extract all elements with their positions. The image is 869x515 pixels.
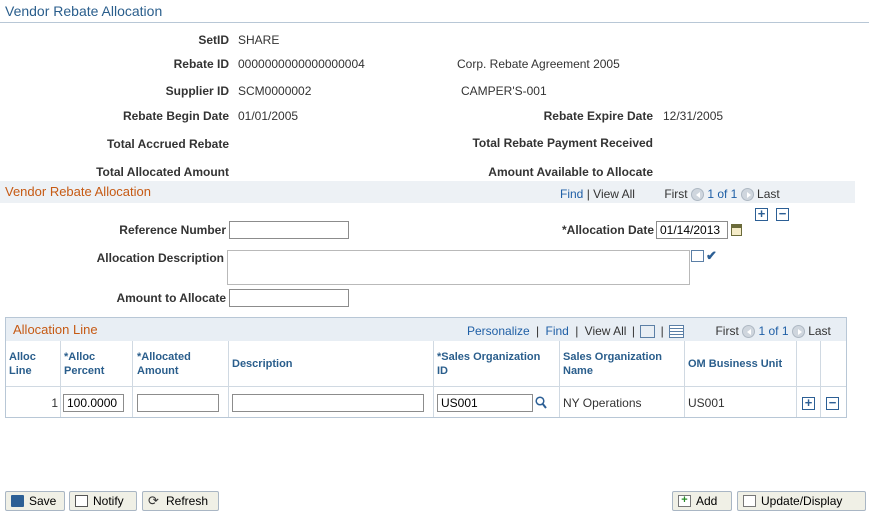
- find-link[interactable]: Find: [560, 187, 583, 201]
- supplier-id-value: SCM0000002: [238, 84, 312, 98]
- add-button[interactable]: + Add: [672, 491, 732, 511]
- expand-text-icon[interactable]: [691, 250, 704, 262]
- save-button[interactable]: Save: [5, 491, 65, 511]
- total-allocated-amount-label: Total Allocated Amount: [96, 165, 229, 179]
- cell-alloc-line: 1: [51, 396, 58, 410]
- column-divider: [684, 341, 685, 417]
- amount-to-allocate-input[interactable]: [229, 289, 349, 307]
- grid-title: Allocation Line: [13, 322, 98, 337]
- page-title: Vendor Rebate Allocation: [5, 3, 163, 19]
- col-alloc-line: Alloc Line: [9, 351, 36, 377]
- rebate-expire-date-label: Rebate Expire Date: [543, 109, 653, 123]
- row-separator: [6, 386, 846, 387]
- notify-icon: [75, 495, 88, 507]
- grid-previous-icon[interactable]: [742, 325, 756, 339]
- grid-last-label: Last: [808, 324, 831, 338]
- notify-button[interactable]: Notify: [69, 491, 137, 511]
- supplier-id-label: Supplier ID: [165, 84, 229, 98]
- refresh-icon: ⟳: [148, 493, 159, 508]
- update-display-icon: [743, 495, 756, 507]
- reference-number-label: Reference Number: [119, 223, 226, 237]
- grid-view-all-link[interactable]: View All: [585, 324, 627, 338]
- update-display-button[interactable]: Update/Display: [737, 491, 866, 511]
- separator: |: [536, 324, 540, 338]
- next-icon[interactable]: [740, 188, 754, 202]
- allocation-date-input[interactable]: [656, 221, 728, 239]
- rebate-expire-date-value: 12/31/2005: [663, 109, 724, 123]
- section-navigation: Find | View All First 1 of 1 Last: [560, 187, 780, 202]
- separator: |: [660, 324, 664, 338]
- calendar-icon[interactable]: [731, 224, 742, 236]
- grid-row-range: 1 of 1: [758, 324, 789, 338]
- allocated-amount-input[interactable]: [137, 394, 219, 412]
- cell-sales-org-name: NY Operations: [563, 396, 642, 410]
- alloc-percent-input[interactable]: [63, 394, 124, 412]
- previous-icon[interactable]: [690, 188, 704, 202]
- grid-next-icon[interactable]: [791, 325, 805, 339]
- sales-org-id-input[interactable]: [437, 394, 533, 412]
- separator: |: [575, 324, 579, 338]
- grid-delete-row-icon[interactable]: −: [826, 396, 839, 410]
- column-divider: [228, 341, 229, 417]
- column-divider: [796, 341, 797, 417]
- amount-to-allocate-label: Amount to Allocate: [116, 291, 226, 305]
- delete-row-icon[interactable]: −: [776, 207, 789, 221]
- last-label: Last: [757, 187, 780, 201]
- lookup-search-icon[interactable]: [535, 396, 547, 409]
- column-divider: [132, 341, 133, 417]
- personalize-link[interactable]: Personalize: [467, 324, 530, 338]
- row-range: 1 of 1: [707, 187, 738, 201]
- zoom-grid-icon[interactable]: [640, 325, 656, 339]
- download-icon[interactable]: [669, 325, 685, 339]
- grid-navigation: Personalize | Find | View All | | First …: [467, 324, 831, 339]
- total-accrued-rebate-label: Total Accrued Rebate: [106, 137, 229, 151]
- column-divider: [820, 341, 821, 417]
- separator: |: [631, 324, 635, 338]
- reference-number-input[interactable]: [229, 221, 349, 239]
- rebate-id-value: 0000000000000000004: [238, 57, 365, 71]
- allocation-description-textarea[interactable]: [227, 250, 690, 285]
- separator: |: [586, 187, 590, 201]
- rebate-begin-date-value: 01/01/2005: [238, 109, 299, 123]
- amount-available-label: Amount Available to Allocate: [488, 165, 653, 179]
- column-divider: [60, 341, 61, 417]
- title-divider: [0, 22, 869, 23]
- rebate-description: Corp. Rebate Agreement 2005: [457, 57, 620, 71]
- col-sales-org-id: *Sales Organization ID: [437, 351, 541, 377]
- col-sales-org-name: Sales Organization Name: [563, 351, 663, 377]
- add-icon: +: [678, 495, 691, 507]
- setid-label: SetID: [198, 33, 229, 47]
- grid-find-link[interactable]: Find: [546, 324, 569, 338]
- column-divider: [559, 341, 560, 417]
- rebate-begin-date-label: Rebate Begin Date: [122, 109, 229, 123]
- col-description: Description: [232, 358, 293, 370]
- allocation-description-label: Allocation Description: [96, 251, 224, 265]
- col-om-business-unit: OM Business Unit: [688, 358, 783, 370]
- refresh-button[interactable]: ⟳ Refresh: [142, 491, 219, 511]
- first-label: First: [664, 187, 688, 201]
- total-payment-received-label: Total Rebate Payment Received: [472, 136, 653, 150]
- grid-add-row-icon[interactable]: +: [802, 396, 815, 410]
- line-description-input[interactable]: [232, 394, 424, 412]
- col-alloc-percent: *Alloc Percent: [64, 351, 105, 377]
- allocation-date-label: *Allocation Date: [561, 223, 654, 237]
- section-title: Vendor Rebate Allocation: [5, 184, 151, 199]
- add-row-icon[interactable]: +: [755, 207, 768, 221]
- view-all-link[interactable]: View All: [593, 187, 635, 201]
- save-icon: [11, 495, 24, 507]
- column-divider: [433, 341, 434, 417]
- cell-om-business-unit: US001: [688, 396, 725, 410]
- col-allocated-amount: *Allocated Amount: [137, 351, 191, 377]
- grid-first-label: First: [715, 324, 739, 338]
- supplier-name: CAMPER'S-001: [461, 84, 547, 98]
- rebate-id-label: Rebate ID: [173, 57, 229, 71]
- setid-value: SHARE: [238, 33, 280, 47]
- spell-check-icon[interactable]: ✔: [706, 248, 717, 264]
